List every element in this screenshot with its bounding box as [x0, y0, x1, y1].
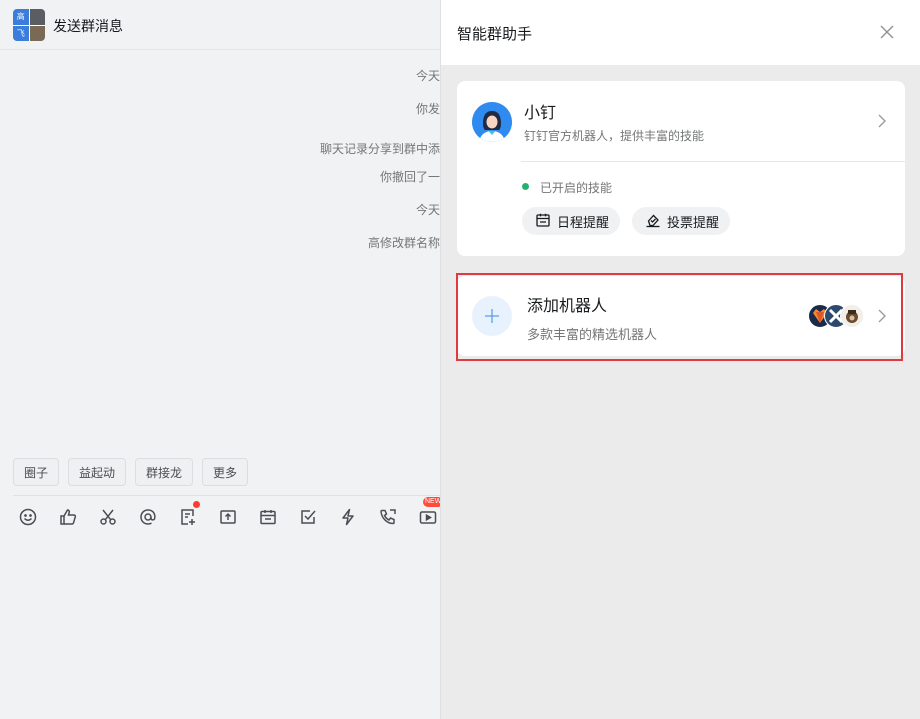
add-robot-title: 添加机器人	[527, 298, 608, 315]
doc-add-icon[interactable]	[178, 501, 218, 528]
chat-title[interactable]: 发送群消息	[53, 16, 123, 36]
checkbox-icon[interactable]	[298, 506, 338, 528]
new-badge: NEW	[423, 497, 440, 507]
skill-label: 日程提醒	[557, 214, 610, 230]
calendar-icon	[535, 212, 551, 231]
avatar-quadrant: 飞	[13, 25, 29, 41]
quick-action-relay[interactable]: 群接龙	[135, 458, 194, 486]
status-dot-icon	[522, 183, 529, 190]
chevron-right-icon[interactable]	[876, 113, 888, 129]
input-toolbar: NEW	[18, 497, 440, 528]
calendar-icon[interactable]	[258, 506, 298, 528]
system-message: 今天	[415, 69, 440, 83]
chat-header: 高 飞 发送群消息	[0, 0, 440, 50]
group-assistant-panel: 智能群助手 小钉 钉钉官方机器人，提供丰富的技能 已开启的技能 日程提醒 投票提…	[441, 0, 920, 719]
bot-avatar	[472, 102, 512, 142]
bot-description: 钉钉官方机器人，提供丰富的技能	[524, 129, 705, 143]
scissors-icon[interactable]	[98, 506, 138, 528]
status-label: 已开启的技能	[540, 181, 613, 195]
add-robot-card[interactable]: 添加机器人 多款丰富的精选机器人	[457, 276, 905, 356]
group-avatar[interactable]: 高 飞	[13, 9, 45, 41]
quick-action-more[interactable]: 更多	[202, 458, 249, 486]
divider	[521, 161, 905, 162]
quick-action-charity[interactable]: 益起动	[68, 458, 127, 486]
system-message: 你发	[415, 102, 440, 116]
skill-label: 投票提醒	[667, 214, 720, 230]
system-message: 今天	[415, 203, 440, 217]
phone-icon[interactable]	[378, 506, 418, 528]
chevron-right-icon[interactable]	[876, 308, 888, 324]
notification-dot	[193, 501, 200, 508]
toolbar-divider	[13, 495, 440, 496]
avatar-quadrant: 高	[13, 9, 29, 25]
emoji-icon[interactable]	[18, 506, 58, 528]
upload-folder-icon[interactable]	[218, 506, 258, 528]
video-icon[interactable]: NEW	[418, 497, 440, 528]
system-message: 聊天记录分享到群中添	[319, 142, 440, 156]
system-message: 高修改群名称	[367, 236, 440, 250]
plus-icon	[472, 296, 512, 336]
skill-chip-schedule[interactable]: 日程提醒	[522, 207, 621, 235]
avatar-quadrant	[29, 9, 45, 25]
vote-icon	[645, 212, 661, 231]
avatar-quadrant	[29, 25, 45, 41]
panel-header: 智能群助手	[441, 0, 920, 65]
at-icon[interactable]	[138, 506, 178, 528]
panel-title: 智能群助手	[457, 26, 533, 43]
add-robot-description: 多款丰富的精选机器人	[527, 327, 658, 342]
close-icon[interactable]	[880, 25, 894, 39]
robot-avatar	[840, 304, 864, 328]
bot-card[interactable]: 小钉 钉钉官方机器人，提供丰富的技能 已开启的技能 日程提醒 投票提醒	[457, 81, 905, 256]
quick-action-circle[interactable]: 圈子	[13, 458, 60, 486]
robot-avatar-stack	[808, 304, 864, 328]
system-message: 你撤回了一	[379, 170, 440, 184]
skill-chip-vote[interactable]: 投票提醒	[632, 207, 731, 235]
quick-actions-bar: 圈子 益起动 群接龙 更多	[13, 458, 249, 486]
lightning-icon[interactable]	[338, 506, 378, 528]
chat-window: 高 飞 发送群消息 今天 你发 聊天记录分享到群中添 你撤回了一 今天 高修改群…	[0, 0, 441, 719]
bot-name: 小钉	[524, 105, 557, 122]
skills-list: 日程提醒 投票提醒	[522, 207, 731, 235]
thumbs-up-icon[interactable]	[58, 506, 98, 528]
